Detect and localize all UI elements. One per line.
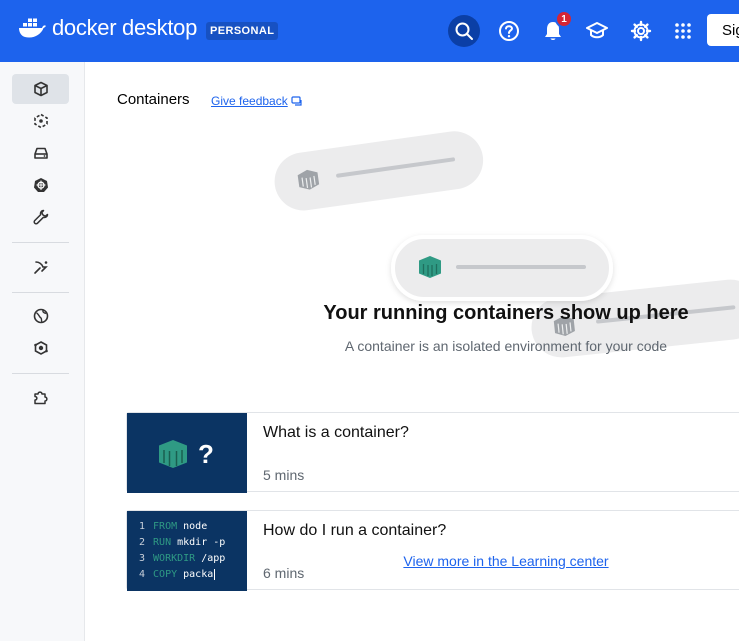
volume-icon [33,147,48,159]
learning-card[interactable]: 1 FROM node 2 RUN mkdir -p 3 WORKDIR /app 4… [126,510,739,591]
wrench-icon [32,209,48,225]
sidebar-item-builds[interactable] [12,202,69,232]
sidebar-divider [12,242,69,243]
give-feedback-label: Give feedback [211,94,288,108]
sidebar-item-docker-hub[interactable] [12,301,69,331]
card-duration: 5 mins [263,467,305,483]
card-title: What is a container? [263,424,409,441]
code-line: 2 RUN mkdir -p [139,537,226,548]
container-question-icon: ? [159,439,214,469]
sidebar-item-images[interactable] [12,106,69,136]
sign-in-button[interactable]: Sig [707,14,739,46]
sidebar-item-volumes[interactable] [12,138,69,168]
settings-button[interactable] [625,15,657,47]
logo-text: docker desktop [52,15,197,40]
sidebar-item-extensions[interactable] [12,382,69,412]
learning-button[interactable] [581,15,613,47]
search-button[interactable] [448,15,480,47]
help-button[interactable] [493,15,525,47]
empty-state-subtitle: A container is an isolated environment f… [344,338,668,354]
sidebar-item-containers[interactable] [12,74,69,104]
svg-text:?: ? [198,439,214,469]
graduation-cap-icon [586,22,608,39]
top-bar: docker desktop PERSONAL 1 Sig [0,0,739,62]
feedback-icon [291,95,302,106]
puzzle-icon [33,391,48,405]
empty-state-title: Your running containers show up here [323,302,689,324]
sidebar-divider [12,373,69,374]
help-icon [499,21,519,41]
scout-icon [33,261,48,274]
whale-icon [19,18,46,38]
sidebar-divider [12,292,69,293]
container-icon [33,81,48,97]
sidebar-item-kubernetes[interactable] [12,170,69,200]
docker-logo: docker desktop [18,15,197,41]
learning-card[interactable]: ? What is a container? 5 mins [126,412,739,493]
globe-icon [33,308,48,324]
kubernetes-icon [33,178,48,192]
give-feedback-link[interactable]: Give feedback [211,94,303,108]
sidebar-item-docker-scout[interactable] [12,252,69,282]
grid-icon [675,23,691,39]
notification-badge: 1 [555,10,573,28]
page-title: Containers [117,91,190,108]
plan-badge: PERSONAL [206,22,279,40]
images-icon [33,113,48,129]
card-thumbnail: 1 FROM node 2 RUN mkdir -p 3 WORKDIR /app 4… [127,511,247,591]
apps-grid-button[interactable] [667,15,699,47]
card-title: How do I run a container? [263,522,447,539]
search-icon [455,22,473,40]
card-thumbnail: ? [127,413,247,493]
gear-icon [630,20,652,42]
sidebar-item-models[interactable] [12,333,69,363]
code-line: 4 COPY packa [139,569,216,580]
learning-center-link[interactable]: View more in the Learning center [86,553,739,569]
containers-illustration [274,131,739,358]
code-line: 1 FROM node [139,521,208,532]
sidebar [0,62,85,641]
model-icon [33,341,48,355]
dockerfile-code: 1 FROM node 2 RUN mkdir -p 3 WORKDIR /app 4… [139,519,225,583]
